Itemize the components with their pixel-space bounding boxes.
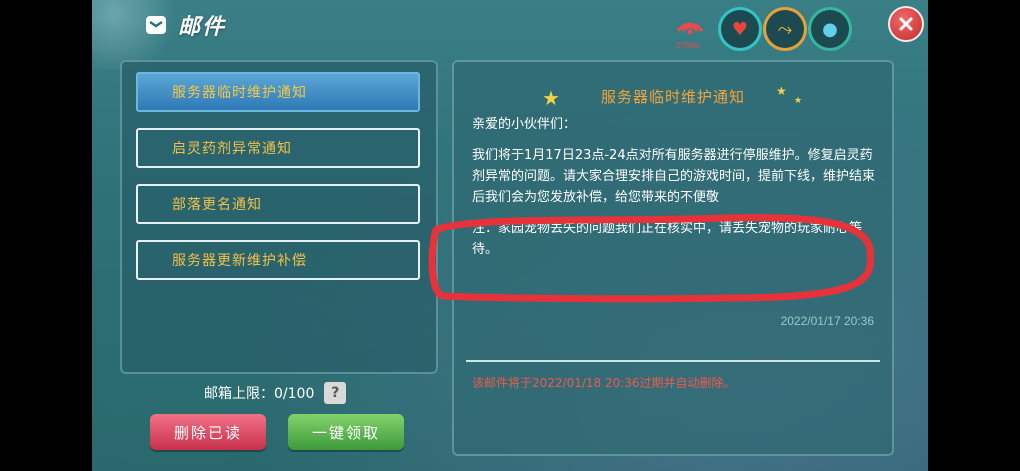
signal-icon: 276ms (672, 9, 708, 50)
mail-item-1[interactable]: 服务器临时维护通知 (136, 72, 420, 112)
energy-icon: ⤳ (777, 18, 793, 40)
mail-list-panel: 服务器临时维护通知 启灵药剂异常通知 部落更名通知 服务器更新维护补偿 (120, 60, 438, 374)
red-annotation-outline (428, 214, 875, 303)
energy-stat[interactable]: ⤳ (766, 10, 804, 48)
mailbox-quota: 邮箱上限：0/100 ? (204, 382, 347, 404)
water-stat[interactable]: ● (811, 10, 849, 48)
claim-all-button[interactable]: 一键领取 (288, 414, 404, 450)
claim-all-label: 一键领取 (311, 423, 380, 442)
close-icon (899, 17, 913, 31)
window-title: 邮件 (178, 15, 227, 40)
mail-item-2[interactable]: 启灵药剂异常通知 (136, 128, 420, 168)
heart-icon: ♥ (731, 18, 749, 40)
mail-item-4[interactable]: 服务器更新维护补偿 (136, 240, 420, 280)
mail-title: 服务器临时维护通知 (600, 88, 745, 106)
expire-notice: 该邮件将于2022/01/18 20:36过期并自动删除。 (472, 376, 736, 390)
mail-date: 2022/01/17 20:36 (780, 314, 874, 328)
mail-icon (144, 13, 168, 37)
mail-item-label: 部落更名通知 (172, 197, 262, 213)
divider (466, 360, 880, 362)
mail-paragraph: 我们将于1月17日23点-24点对所有服务器进行停服维护。修复启灵药剂异常的问题… (472, 148, 876, 205)
help-button[interactable]: ? (324, 382, 347, 404)
delete-read-button[interactable]: 删除已读 (150, 414, 266, 450)
title-bar: 邮件 (144, 8, 226, 42)
mail-item-label: 启灵药剂异常通知 (172, 141, 292, 157)
ping-text: 276ms (676, 41, 701, 50)
mail-item-3[interactable]: 部落更名通知 (136, 184, 420, 224)
quota-label: 邮箱上限：0/100 (204, 386, 315, 402)
mail-greeting: 亲爱的小伙伴们： (472, 117, 577, 132)
mail-item-label: 服务器临时维护通知 (172, 85, 307, 101)
status-area: 276ms ♥ ⤳ ● (672, 6, 849, 52)
water-drop-icon: ● (822, 18, 838, 40)
close-button[interactable] (888, 6, 924, 42)
mail-item-label: 服务器更新维护补偿 (172, 253, 307, 269)
delete-read-label: 删除已读 (173, 423, 242, 442)
heart-stat[interactable]: ♥ (721, 10, 759, 48)
